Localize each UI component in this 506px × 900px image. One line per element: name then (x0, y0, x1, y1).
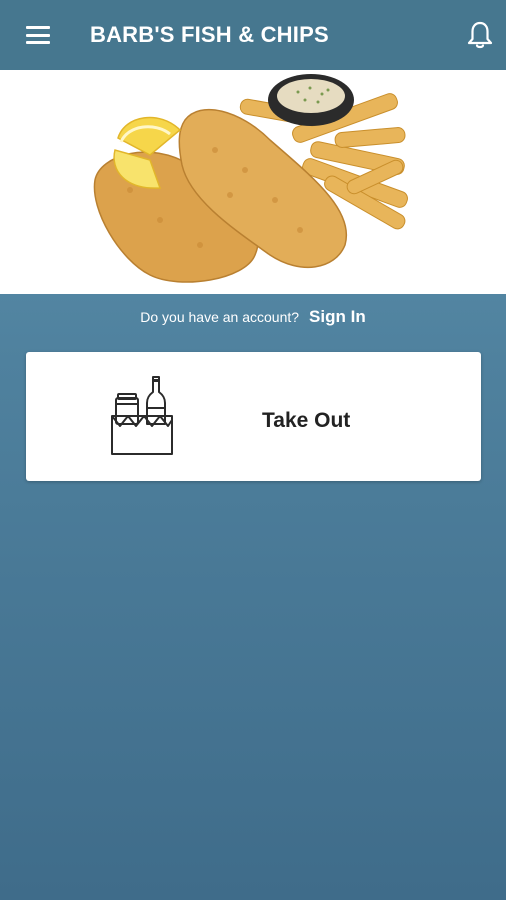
menu-icon[interactable] (26, 26, 50, 44)
hero-carousel[interactable] (0, 70, 506, 294)
takeout-bag-icon (111, 376, 173, 455)
bell-icon[interactable] (466, 20, 494, 50)
take-out-option[interactable]: Take Out (26, 352, 481, 481)
take-out-label: Take Out (262, 409, 351, 432)
app-title: BARB'S FISH & CHIPS (90, 22, 329, 47)
account-question: Do you have an account? (140, 309, 300, 325)
account-prompt: Do you have an account? Sign In (0, 305, 506, 329)
app-header: BARB'S FISH & CHIPS (0, 0, 506, 70)
sign-in-link[interactable]: Sign In (309, 307, 366, 327)
fish-and-chips-image (93, 74, 408, 283)
